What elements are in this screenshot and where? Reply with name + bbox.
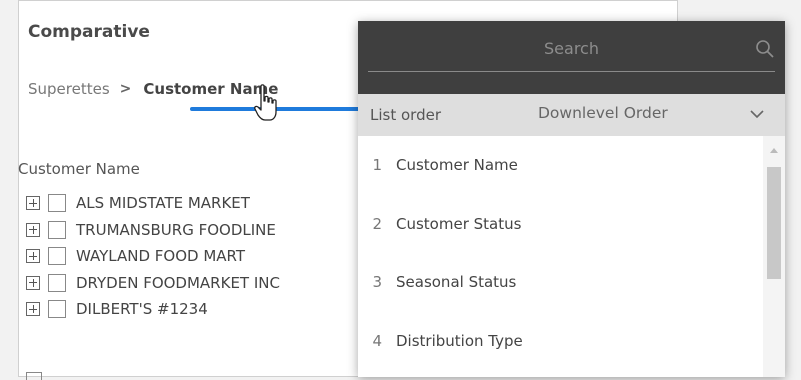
item-label: Customer Name: [396, 156, 518, 175]
expand-plus-icon[interactable]: [26, 302, 40, 317]
chevron-down-icon[interactable]: [749, 108, 765, 120]
item-label: Seasonal Status: [396, 273, 517, 292]
expand-plus-icon[interactable]: [26, 196, 40, 211]
search-input[interactable]: Search: [358, 39, 785, 58]
list-item: WAYLAND FOOD MART: [26, 243, 280, 270]
breadcrumb-separator: >: [119, 81, 132, 97]
list-item-label: ALS MIDSTATE MARKET: [76, 194, 250, 213]
item-number: 2: [372, 214, 382, 233]
list-item-label: TRUMANSBURG FOODLINE: [76, 220, 276, 239]
hand-cursor-icon: [254, 84, 277, 121]
list-order-select[interactable]: Downlevel Order: [538, 104, 668, 122]
customer-list: ALS MIDSTATE MARKET TRUMANSBURG FOODLINE…: [26, 190, 280, 323]
item-number: 1: [372, 156, 382, 175]
row-checkbox[interactable]: [48, 300, 66, 319]
list-item: ALS MIDSTATE MARKET: [26, 190, 280, 217]
scrollbar[interactable]: [763, 136, 785, 377]
item-label: Distribution Type: [396, 331, 523, 350]
row-checkbox[interactable]: [48, 194, 66, 213]
search-bar[interactable]: Search: [358, 21, 785, 94]
row-checkbox[interactable]: [48, 247, 66, 266]
list-item[interactable]: 2 Customer Status: [358, 195, 763, 254]
scroll-thumb[interactable]: [767, 167, 781, 279]
list-item[interactable]: 3 Seasonal Status: [358, 253, 763, 312]
breadcrumb-parent[interactable]: Superettes: [28, 80, 110, 98]
list-item: DILBERT'S #1234: [26, 296, 280, 323]
expand-plus-icon[interactable]: [26, 275, 40, 290]
item-number: 4: [372, 331, 382, 350]
list-item-label: DRYDEN FOODMARKET INC: [76, 273, 280, 292]
list-item-label: DILBERT'S #1234: [76, 300, 208, 319]
row-checkbox[interactable]: [48, 273, 66, 292]
list-header: Customer Name: [18, 160, 140, 178]
item-label: Customer Status: [396, 214, 522, 233]
list-item: DRYDEN FOODMARKET INC: [26, 270, 280, 297]
list-order-label: List order: [370, 106, 441, 124]
list-order-bar[interactable]: List order Downlevel Order: [358, 94, 785, 136]
list-item-label: WAYLAND FOOD MART: [76, 247, 246, 266]
panel-title: Comparative: [28, 22, 150, 42]
scroll-up-arrow[interactable]: [770, 148, 778, 153]
search-underline: [368, 71, 775, 72]
breadcrumb: Superettes > Customer Name: [28, 80, 278, 98]
field-dropdown: Search List order Downlevel Order 1 Cust…: [358, 21, 785, 377]
search-icon[interactable]: [755, 39, 775, 59]
expand-plus-icon[interactable]: [26, 222, 40, 237]
row-checkbox[interactable]: [48, 220, 66, 239]
expand-plus-icon[interactable]: [26, 249, 40, 264]
field-list: 1 Customer Name 2 Customer Status 3 Seas…: [358, 136, 763, 370]
list-item[interactable]: 4 Distribution Type: [358, 312, 763, 371]
partial-checkbox: [26, 372, 42, 380]
list-item[interactable]: 1 Customer Name: [358, 136, 763, 195]
list-item: TRUMANSBURG FOODLINE: [26, 217, 280, 244]
item-number: 3: [372, 273, 382, 292]
